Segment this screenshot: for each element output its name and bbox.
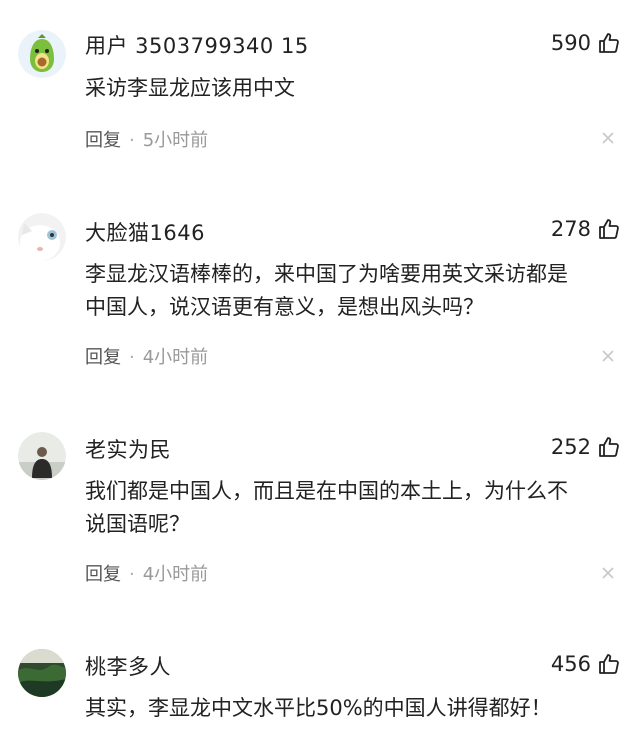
comment-text: 其实，李显龙中文水平比50%的中国人讲得都好！ bbox=[85, 692, 605, 725]
username[interactable]: 桃李多人 bbox=[85, 651, 171, 681]
separator-dot: · bbox=[129, 347, 135, 368]
avocado-avatar-icon bbox=[18, 30, 66, 78]
like-count: 590 bbox=[550, 31, 591, 55]
username[interactable]: 用户 3503799340 15 bbox=[85, 30, 309, 60]
white-cat-avatar-icon bbox=[18, 213, 66, 261]
landscape-avatar-icon bbox=[18, 649, 66, 697]
like-count: 456 bbox=[550, 652, 591, 676]
comment-line: 采访李显龙应该用中文 bbox=[85, 76, 295, 100]
comment-meta: 回复 · 4小时前 bbox=[85, 343, 208, 369]
like-control[interactable]: 278 bbox=[551, 217, 621, 241]
comment-line: 李显龙汉语棒棒的，来中国了为啥要用英文采访都是 bbox=[85, 262, 568, 286]
comment-line: 我们都是中国人，而且是在中国的本土上，为什么不 bbox=[85, 479, 568, 503]
separator-dot: · bbox=[129, 564, 135, 585]
thumbs-up-icon[interactable] bbox=[597, 435, 621, 459]
thumbs-up-icon[interactable] bbox=[597, 31, 621, 55]
thumbs-up-icon[interactable] bbox=[597, 652, 621, 676]
timestamp: 5小时前 bbox=[142, 130, 209, 151]
username[interactable]: 大脸猫1646 bbox=[85, 217, 205, 247]
like-count: 278 bbox=[550, 217, 591, 241]
reply-button[interactable]: 回复 bbox=[85, 347, 121, 368]
like-control[interactable]: 252 bbox=[551, 435, 621, 459]
comment-text: 我们都是中国人，而且是在中国的本土上，为什么不 说国语呢？ bbox=[85, 475, 605, 541]
like-control[interactable]: 456 bbox=[551, 652, 621, 676]
comment-text: 李显龙汉语棒棒的，来中国了为啥要用英文采访都是 中国人，说汉语更有意义，是想出风… bbox=[85, 258, 605, 324]
comment-meta: 回复 · 4小时前 bbox=[85, 560, 208, 586]
username[interactable]: 老实为民 bbox=[85, 434, 171, 464]
separator-dot: · bbox=[129, 130, 135, 151]
close-icon[interactable] bbox=[601, 349, 615, 363]
avatar[interactable] bbox=[18, 30, 66, 78]
comment-line: 其实，李显龙中文水平比50%的中国人讲得都好！ bbox=[85, 696, 552, 720]
close-icon[interactable] bbox=[601, 566, 615, 580]
person-photo-avatar-icon bbox=[18, 432, 66, 480]
like-count: 252 bbox=[550, 435, 591, 459]
avatar[interactable] bbox=[18, 213, 66, 261]
like-control[interactable]: 590 bbox=[551, 31, 621, 55]
reply-button[interactable]: 回复 bbox=[85, 130, 121, 151]
timestamp: 4小时前 bbox=[142, 347, 209, 368]
comment-meta: 回复 · 5小时前 bbox=[85, 126, 208, 152]
avatar[interactable] bbox=[18, 649, 66, 697]
comment-line: 中国人，说汉语更有意义，是想出风头吗？ bbox=[85, 295, 484, 319]
timestamp: 4小时前 bbox=[142, 564, 209, 585]
close-icon[interactable] bbox=[601, 131, 615, 145]
comment-line: 说国语呢？ bbox=[85, 512, 190, 536]
thumbs-up-icon[interactable] bbox=[597, 217, 621, 241]
avatar[interactable] bbox=[18, 432, 66, 480]
comment-text: 采访李显龙应该用中文 bbox=[85, 72, 605, 105]
reply-button[interactable]: 回复 bbox=[85, 564, 121, 585]
